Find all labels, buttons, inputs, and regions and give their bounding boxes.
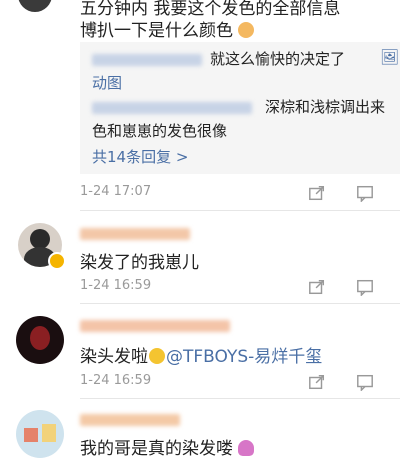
replies-box: 就这么愉快的决定了 🖼 动图 深棕和浅棕调出来 色和崽崽的发色很像 共14条回复… <box>80 42 400 174</box>
reply1-username-blur <box>92 54 202 66</box>
comment-time: 1-24 16:59 <box>80 278 152 293</box>
reply2-text-line1: 深棕和浅棕调出来 <box>265 98 386 116</box>
share-icon[interactable] <box>308 278 326 296</box>
divider <box>80 303 400 304</box>
reply2-text-line2: 色和崽崽的发色很像 <box>92 122 228 140</box>
picture-icon: 🖼 <box>380 48 400 66</box>
comment-text-content: 染头发啦 <box>80 347 148 367</box>
gif-label[interactable]: 动图 <box>92 72 122 93</box>
comment-icon[interactable] <box>356 278 374 296</box>
mention-link[interactable]: @TFBOYS-易烊千玺 <box>166 347 322 367</box>
avatar-top[interactable] <box>18 0 52 12</box>
username-blur <box>80 320 230 332</box>
comment-icon[interactable] <box>356 184 374 202</box>
share-icon[interactable] <box>308 373 326 391</box>
comment-icon[interactable] <box>356 373 374 391</box>
reply1-text: 就这么愉快的决定了 <box>210 48 345 69</box>
comment-text: 染发了的我崽儿 <box>80 253 199 273</box>
reply1-text-content: 就这么愉快的决定了 <box>210 50 346 68</box>
comment-text: 我的哥是真的染发喽 <box>80 434 255 459</box>
username-blur <box>80 414 180 426</box>
comment-text-line2-content: 博扒一下是什么颜色 <box>80 21 233 41</box>
comment-text-line2: 博扒一下是什么颜色 <box>80 16 255 41</box>
laugh-emoji-icon <box>149 348 165 364</box>
verified-badge-icon <box>48 252 66 270</box>
divider <box>80 210 400 211</box>
avatar[interactable] <box>16 410 64 458</box>
comment-time: 1-24 16:59 <box>80 373 152 388</box>
comment-text-content: 我的哥是真的染发喽 <box>80 439 233 459</box>
reply2-username-blur <box>92 102 252 114</box>
divider <box>80 398 400 399</box>
cat-emoji-icon <box>238 22 255 38</box>
more-replies-link[interactable]: 共14条回复 > <box>92 146 188 167</box>
picture-link[interactable]: 🖼 <box>380 48 399 66</box>
share-icon[interactable] <box>308 184 326 202</box>
comment-time: 1-24 17:07 <box>80 184 152 199</box>
comment-text: 染头发啦 @TFBOYS-易烊千玺 <box>80 342 322 367</box>
username-blur <box>80 228 190 240</box>
avatar[interactable] <box>16 316 64 364</box>
